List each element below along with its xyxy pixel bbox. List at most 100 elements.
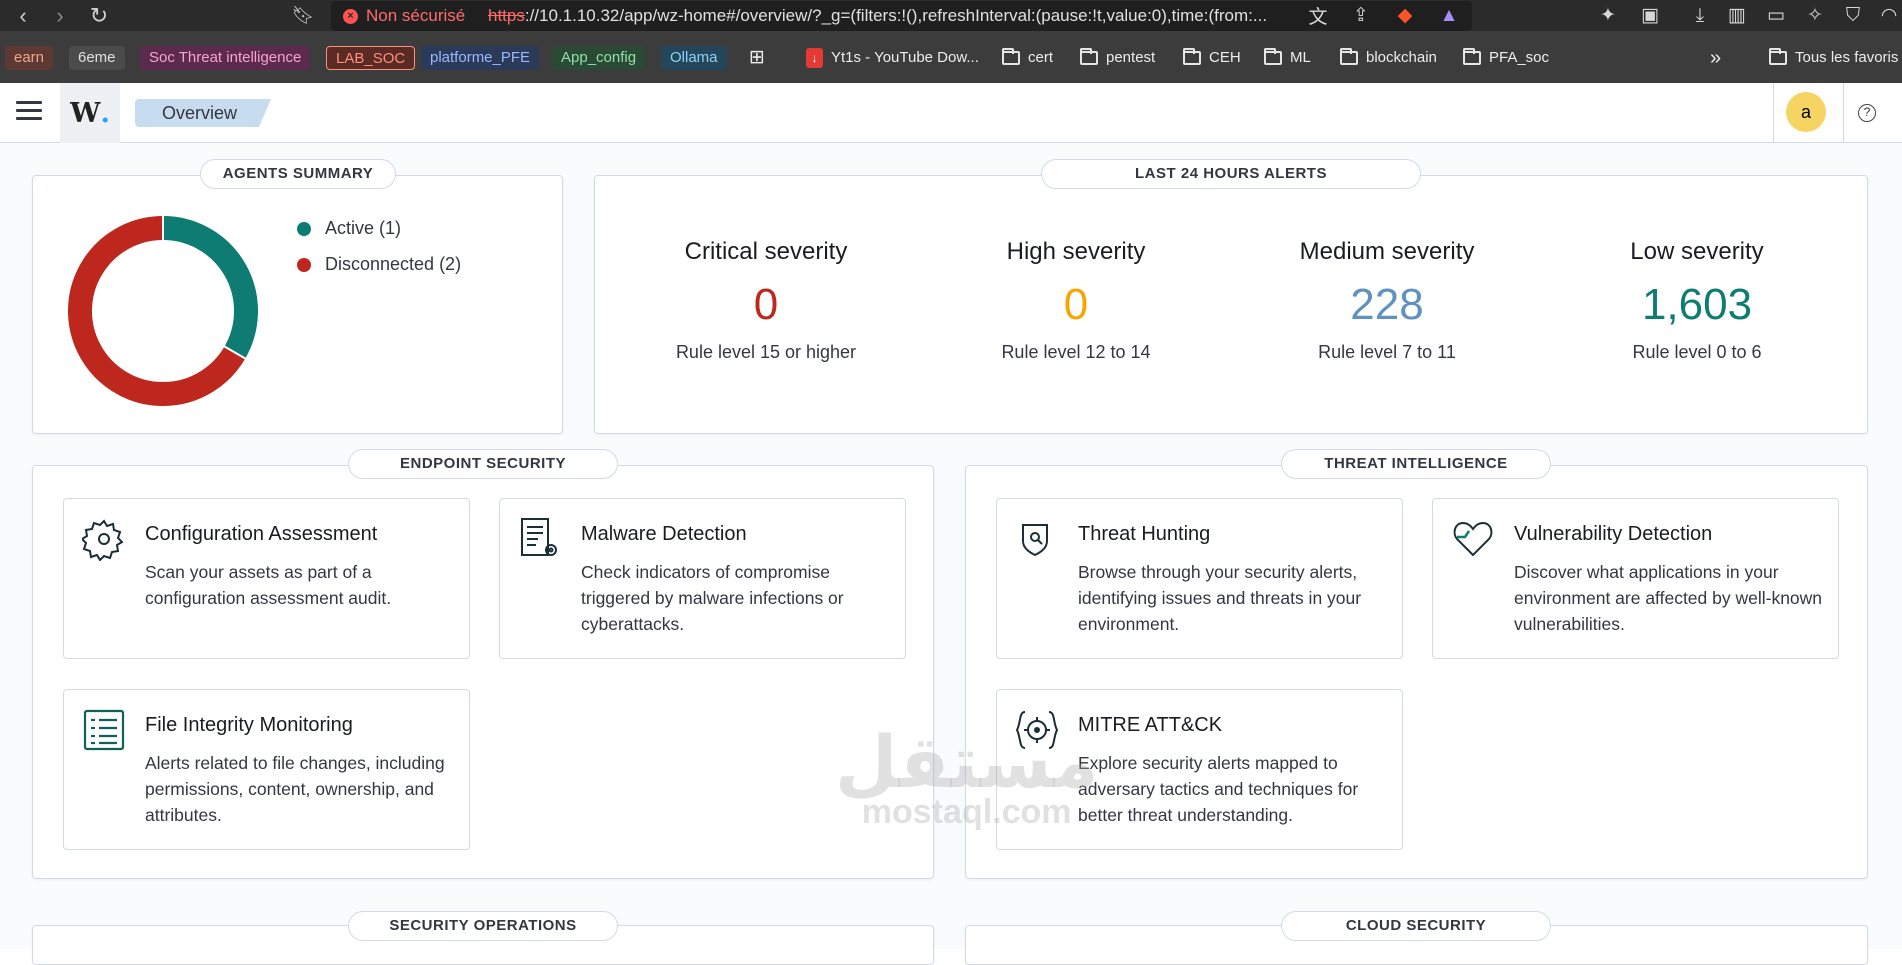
card-title: Malware Detection [581,523,747,545]
shield-search-icon [1022,524,1048,557]
folder-icon [1463,48,1481,65]
yt1s-icon: ↓ [806,48,823,68]
stat-value[interactable]: 0 [926,280,1226,330]
gear-icon [82,519,124,561]
list-icon [83,709,125,751]
wifi-icon[interactable]: ◠ [1874,0,1902,31]
card-description: Alerts related to file changes, includin… [145,753,445,825]
logo-dot: . [100,97,110,129]
legend-item-active[interactable]: Active (1) [297,218,401,239]
critical-severity-stat[interactable]: Critical severity 0 Rule level 15 or hig… [616,238,916,363]
stat-heading: Low severity [1630,238,1764,265]
stat-heading: Medium severity [1299,238,1475,265]
stat-value[interactable]: 228 [1237,280,1537,330]
brave-shield-icon[interactable]: ◆ [1390,0,1420,31]
bookmark-folder-pfa-soc[interactable]: PFA_soc [1463,46,1549,70]
agents-donut-chart[interactable] [58,206,268,416]
threat-intelligence-panel: Threat Hunting Browse through your secur… [965,465,1868,879]
all-bookmarks-folder[interactable]: Tous les favoris [1769,46,1898,70]
card-vulnerability-detection[interactable]: Vulnerability Detection Discover what ap… [1432,498,1839,659]
donut-slice-active[interactable] [162,216,258,359]
folder-icon [1183,48,1201,65]
high-severity-stat[interactable]: High severity 0 Rule level 12 to 14 [926,238,1226,363]
folder-icon [1340,48,1358,65]
url-path: ://10.1.10.32/app/wz-home#/overview/?_g=… [524,6,1268,25]
download-icon[interactable]: ⤓ [1685,0,1715,31]
translate-icon[interactable]: 文 [1303,0,1333,31]
folder-icon [1769,48,1787,65]
bookmark-folder-cert[interactable]: cert [1002,46,1053,70]
cloud-security-title: CLOUD SECURITY [1281,911,1551,941]
card-description: Discover what applications in your envir… [1514,562,1823,634]
apps-grid-icon[interactable]: ⊞ [749,46,765,70]
legend-swatch [297,257,311,272]
wazuh-logo[interactable]: W. [60,83,120,143]
extensions-icon[interactable]: ✦ [1593,0,1623,31]
bookmark-tag-earn[interactable]: earn [5,46,54,70]
security-operations-title: SECURITY OPERATIONS [348,911,618,941]
more-bookmarks-icon[interactable]: » [1710,46,1721,70]
card-description: Explore security alerts mapped to advers… [1078,753,1359,825]
brave-rewards-icon[interactable]: ▲ [1434,0,1464,31]
low-severity-stat[interactable]: Low severity 1,603 Rule level 0 to 6 [1547,238,1847,363]
url-scheme: https [488,6,525,25]
share-icon[interactable]: ⇪ [1346,0,1376,31]
card-title: Threat Hunting [1078,523,1211,545]
help-icon[interactable]: ? [1858,104,1876,122]
folder-icon [1264,48,1282,65]
browser-chrome: ‹ › ↻ 🔖︎ × Non sécurisé https://10.1.10.3… [0,0,1902,83]
bookmark-yt1s[interactable]: ↓ Yt1s - YouTube Dow... [806,46,979,70]
hamburger-menu-icon[interactable] [16,101,42,123]
document-gear-icon [521,518,557,556]
reload-icon[interactable]: ↻ [84,0,114,31]
leo-ai-icon[interactable]: ✧ [1800,0,1830,31]
back-icon[interactable]: ‹ [8,0,38,31]
vpn-icon[interactable]: ⛉ [1838,0,1868,31]
bookmark-tag-6eme[interactable]: 6eme [69,46,125,70]
agents-summary-title: AGENTS SUMMARY [200,159,396,189]
agents-summary-panel: Active (1) Disconnected (2) [32,175,563,434]
bookmark-folder-ml[interactable]: ML [1264,46,1311,70]
reader-icon[interactable]: ▣ [1635,0,1665,31]
sidebar-icon[interactable]: ▥ [1722,0,1752,31]
bookmark-tag-lab-soc[interactable]: LAB_SOC [326,46,416,70]
bookmark-folder-ceh[interactable]: CEH [1183,46,1241,70]
breadcrumb[interactable]: Overview [135,99,271,127]
card-threat-hunting[interactable]: Threat Hunting Browse through your secur… [996,498,1403,659]
bookmark-tag-platforme-pfe[interactable]: platforme_PFE [421,46,540,70]
bookmark-tag-soc-threat-intelligence[interactable]: Soc Threat intelligence [140,46,311,70]
medium-severity-stat[interactable]: Medium severity 228 Rule level 7 to 11 [1237,238,1537,363]
avatar[interactable]: a [1786,92,1826,132]
bookmark-label: Tous les favoris [1795,49,1899,66]
bookmark-tag-app-config[interactable]: App_config [552,46,646,70]
bookmark-tag-ollama[interactable]: Ollama [661,46,727,70]
forward-icon[interactable]: › [45,0,75,31]
stat-heading: High severity [1006,238,1146,265]
stat-value[interactable]: 1,603 [1547,280,1847,330]
bookmark-label: cert [1028,49,1054,66]
bookmark-folder-blockchain[interactable]: blockchain [1340,46,1437,70]
not-secure-indicator[interactable]: × Non sécurisé [343,6,465,26]
legend-item-disconnected[interactable]: Disconnected (2) [297,254,461,275]
heart-icon [1453,521,1493,557]
alerts-panel: Critical severity 0 Rule level 15 or hig… [594,175,1868,434]
legend-swatch [297,221,311,236]
watermark-latin: mostaql.com [861,793,1072,831]
bookmark-label: ML [1290,49,1311,66]
legend-label: Active (1) [325,218,402,238]
bookmark-label: CEH [1209,49,1241,66]
wallet-icon[interactable]: ▭ [1761,0,1791,31]
endpoint-security-panel: Configuration Assessment Scan your asset… [32,465,934,879]
bookmark-icon[interactable]: 🔖︎ [288,0,318,31]
card-malware-detection[interactable]: Malware Detection Check indicators of co… [499,498,906,659]
bookmark-folder-pentest[interactable]: pentest [1080,46,1155,70]
stat-description: Rule level 12 to 14 [1001,342,1151,362]
url-text[interactable]: https://10.1.10.32/app/wz-home#/overview… [488,6,1288,26]
bookmark-label: PFA_soc [1489,49,1550,66]
card-file-integrity-monitoring[interactable]: File Integrity Monitoring Alerts related… [63,689,470,850]
card-configuration-assessment[interactable]: Configuration Assessment Scan your asset… [63,498,470,659]
stat-value[interactable]: 0 [616,280,916,330]
address-bar-row: ‹ › ↻ 🔖︎ × Non sécurisé https://10.1.10.3… [0,0,1902,31]
header-divider [1773,83,1774,143]
legend-label: Disconnected (2) [325,254,462,274]
